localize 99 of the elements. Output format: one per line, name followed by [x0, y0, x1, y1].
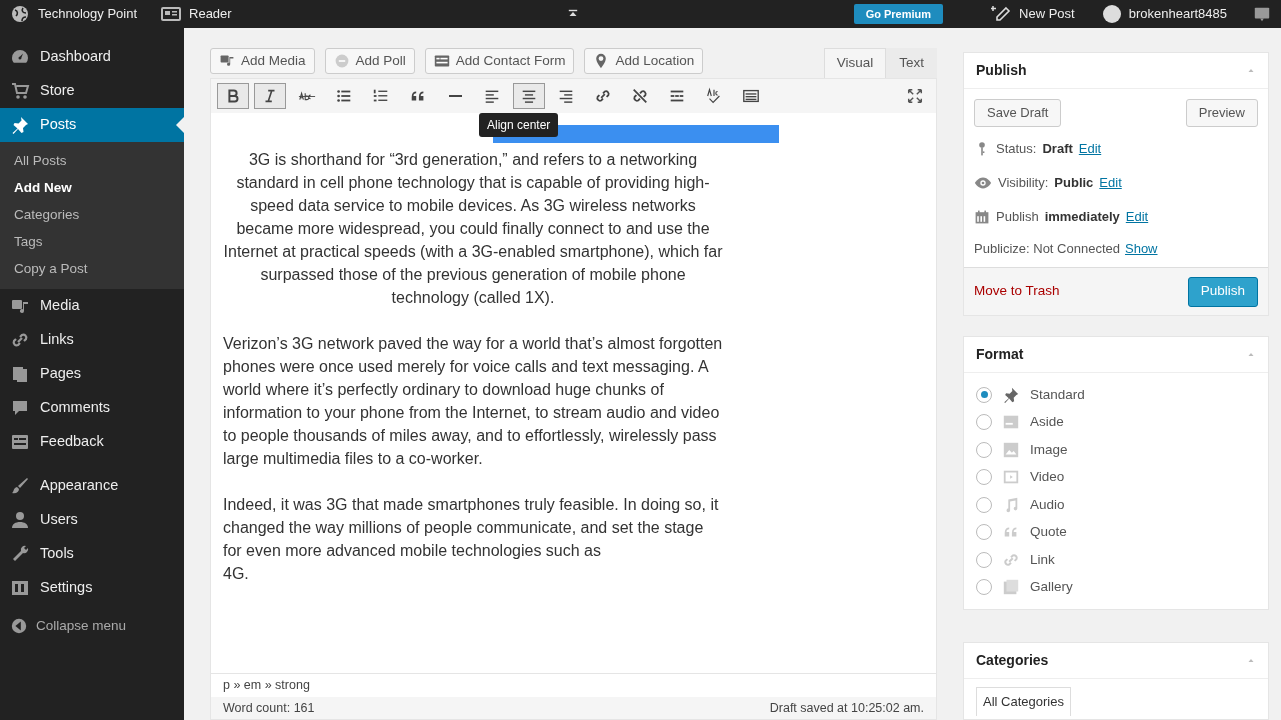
site-name[interactable]: Technology Point: [38, 4, 137, 24]
format-option[interactable]: Image: [976, 436, 1256, 464]
menu-item[interactable]: Feedback: [0, 425, 184, 459]
radio-button[interactable]: [976, 414, 992, 431]
edit-link[interactable]: Edit: [1078, 139, 1102, 159]
calendar-icon: [974, 209, 990, 225]
fullscreen-icon: [906, 87, 924, 105]
submenu-item[interactable]: Add New: [0, 175, 184, 202]
preview-button[interactable]: Preview: [1185, 99, 1258, 127]
editor-tab[interactable]: Visual: [823, 48, 887, 78]
info-label: Status:: [996, 140, 1037, 159]
poll-circle-icon: [333, 53, 350, 69]
menu-item[interactable]: Dashboard: [0, 40, 184, 74]
speech-bubble-icon: [10, 398, 30, 418]
pushpin-icon: [1002, 385, 1020, 404]
notification-icon: [1253, 5, 1271, 23]
submenu-item[interactable]: All Posts: [0, 148, 184, 175]
link-icon: [594, 87, 612, 105]
show-link[interactable]: Show: [1125, 239, 1158, 259]
pages-icon: [10, 364, 30, 384]
move-to-trash-link[interactable]: Move to Trash: [974, 281, 1060, 302]
unlink-icon: [631, 87, 649, 105]
cart-icon: [10, 81, 30, 101]
person-icon: [10, 510, 30, 530]
media-icon: [219, 53, 235, 69]
menu-item[interactable]: Users: [0, 503, 184, 537]
radio-button[interactable]: [976, 386, 992, 403]
info-value: Draft: [1042, 140, 1073, 159]
word-count: Word count: 161: [223, 699, 315, 717]
menu-item[interactable]: Media: [0, 289, 184, 323]
radio-button[interactable]: [976, 579, 992, 596]
format-toolbar-button[interactable]: [513, 83, 545, 109]
edit-link[interactable]: Edit: [1125, 207, 1149, 227]
pushpin-icon: [10, 115, 30, 135]
format-option[interactable]: Link: [976, 546, 1256, 574]
submenu-item[interactable]: Copy a Post: [0, 256, 184, 283]
submenu-item[interactable]: Categories: [0, 202, 184, 229]
form-icon: [433, 53, 450, 69]
format-option[interactable]: Quote: [976, 518, 1256, 546]
format-option[interactable]: Video: [976, 463, 1256, 491]
paragraph: Verizon’s 3G network paved the way for a world that’s almost forgotten phones were once used merely for voice calls and text messaging. A world where it’s perfectly ordinary to download huge chunks of information to your phone from the Internet, to stream audio and video to people thousands of miles away, and to effortlessly, wirelessly pass large multimedia files to a co-worker.: [223, 334, 723, 469]
spellcheck-icon: [705, 87, 723, 105]
radio-button[interactable]: [976, 551, 992, 568]
info-value: Public: [1054, 174, 1094, 193]
publicize-status: Publicize: Not Connected: [974, 240, 1120, 259]
format-option[interactable]: Gallery: [976, 573, 1256, 601]
tooltip: Align center: [479, 113, 559, 137]
reader-icon: [161, 4, 181, 24]
keyboard-icon: [742, 87, 760, 105]
info-value: immediately: [1044, 208, 1120, 227]
menu-item[interactable]: Store: [0, 74, 184, 108]
info-label: Visibility:: [998, 174, 1049, 193]
format-option[interactable]: Standard: [976, 381, 1256, 409]
submenu-item[interactable]: Tags: [0, 229, 184, 256]
info-label: Publish: [996, 208, 1039, 227]
editor-tab[interactable]: Text: [886, 48, 937, 78]
horizontal-line-icon: [448, 95, 462, 97]
reader-link[interactable]: Reader: [189, 4, 232, 24]
menu-item[interactable]: Comments: [0, 391, 184, 425]
settings-icon: [10, 578, 30, 598]
radio-button[interactable]: [976, 496, 992, 513]
globe-icon: [10, 4, 30, 24]
panel-title: Format: [976, 345, 1024, 364]
format-toolbar-button[interactable]: [254, 83, 286, 109]
format-option[interactable]: Aside: [976, 408, 1256, 436]
image-icon: [1002, 440, 1020, 459]
media-toolbar-button[interactable]: Add Poll: [324, 48, 415, 74]
menu-item[interactable]: Appearance: [0, 469, 184, 503]
format-toolbar-button[interactable]: [217, 83, 249, 109]
radio-button[interactable]: [976, 524, 992, 541]
autosave-status: Draft saved at 10:25:02 am.: [769, 699, 924, 717]
collapse-menu-button[interactable]: Collapse menu: [0, 609, 184, 643]
gallery-icon: [1002, 578, 1020, 597]
current-page-pointer: [176, 117, 184, 133]
paintbrush-icon: [10, 476, 30, 496]
media-toolbar-button[interactable]: Add Contact Form: [424, 48, 575, 74]
pencil-plus-icon: [991, 4, 1012, 24]
new-post-link[interactable]: New Post: [1019, 4, 1075, 24]
menu-item[interactable]: Tools: [0, 537, 184, 571]
go-premium-button[interactable]: Go Premium: [853, 4, 944, 24]
category-tab[interactable]: All Categories: [976, 687, 1071, 716]
user-name[interactable]: brokenheart8485: [1128, 4, 1227, 24]
menu-item[interactable]: Settings: [0, 571, 184, 605]
menu-item[interactable]: Pages: [0, 357, 184, 391]
radio-button[interactable]: [976, 469, 992, 486]
paragraph: Indeed, it was 3G that made smartphones truly feasible. In doing so, it changed the way millions of people communicate, and set the stage for even more advanced mobile technologies such as 4G.: [223, 495, 720, 584]
radio-button[interactable]: [976, 441, 992, 458]
panel-title: Categories: [976, 651, 1049, 670]
media-toolbar-button[interactable]: Add Location: [584, 48, 704, 74]
panel-title: Publish: [976, 61, 1027, 80]
save-draft-button[interactable]: Save Draft: [974, 99, 1062, 127]
edit-link[interactable]: Edit: [1099, 173, 1122, 193]
media-toolbar-button[interactable]: Add Media: [210, 48, 315, 74]
bulleted-list-icon: [335, 87, 353, 105]
form-icon: [10, 432, 30, 452]
menu-item[interactable]: Links: [0, 323, 184, 357]
format-option[interactable]: Audio: [976, 491, 1256, 519]
paragraph: 3G is shorthand for “3rd generation,” and refers to a networking standard in cell phone technology that is capable of providing high-speed data service to mobile devices. As 3G wireless networks became more widespread, you could finally connect to and use the Internet at practical speeds (with a 3G-enabled smartphone), which far surpassed those of the previous generation of mobile phone technology (called 1X).: [223, 150, 723, 308]
menu-item[interactable]: Posts: [0, 108, 184, 142]
